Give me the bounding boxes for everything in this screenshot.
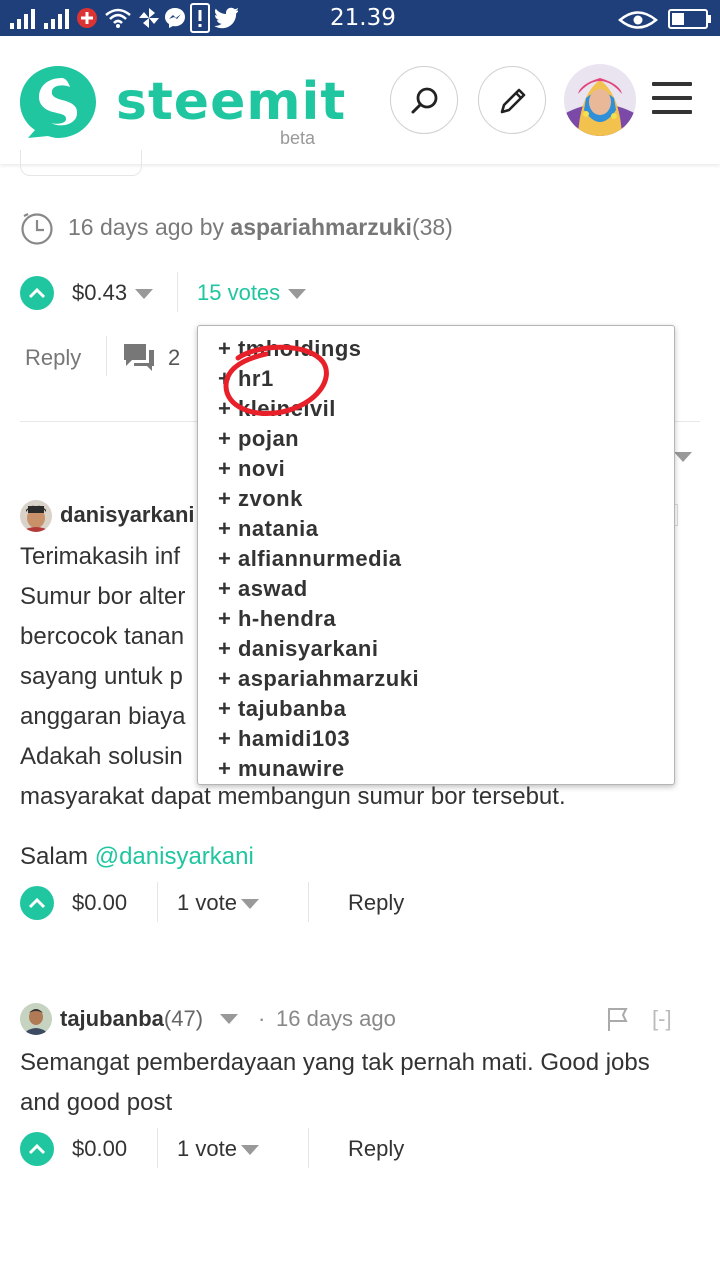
post-payout-value: $0.43: [72, 280, 128, 305]
hamburger-icon: [652, 82, 692, 86]
comment-author[interactable]: danisyarkani: [60, 502, 195, 528]
comment-votes-toggle[interactable]: 1 vote: [177, 890, 259, 916]
voter-item[interactable]: + h-hendra: [218, 606, 336, 632]
author-reputation: (47): [163, 1006, 204, 1031]
alert-icon: [190, 3, 210, 33]
comment-votes-label: 1 vote: [177, 1136, 237, 1161]
search-button[interactable]: [390, 66, 458, 134]
wifi-icon: [105, 8, 131, 28]
flag-icon[interactable]: [606, 1006, 630, 1032]
steemit-wordmark[interactable]: steemit: [116, 72, 346, 132]
app-notification-icon: [77, 8, 97, 28]
post-author[interactable]: aspariahmarzuki: [230, 214, 412, 240]
comment-line: Semangat pemberdayaan yang tak pernah ma…: [20, 1049, 650, 1076]
voter-item[interactable]: + aspariahmarzuki: [218, 666, 419, 692]
red-annotation-circle: [223, 344, 329, 416]
chevron-down-icon: [240, 1145, 259, 1156]
author-reputation: (38): [411, 214, 453, 240]
voter-item[interactable]: + zvonk: [218, 486, 303, 512]
search-icon: [411, 87, 438, 114]
comment-line: and good post: [20, 1089, 173, 1116]
comment-time[interactable]: 16 days ago: [276, 1006, 396, 1032]
comment-upvote-button[interactable]: [20, 886, 54, 920]
signal-icon-2: [44, 9, 69, 29]
user-avatar[interactable]: [564, 64, 636, 136]
comment-payout[interactable]: $0.00: [72, 890, 127, 916]
comment-reply-button[interactable]: Reply: [348, 1136, 404, 1162]
chevron-down-icon: [135, 289, 154, 300]
chevron-up-icon: [28, 287, 46, 299]
divider: [157, 882, 158, 922]
comment-votes-label: 1 vote: [177, 890, 237, 915]
clock-icon: [21, 213, 53, 245]
sort-chevron-icon[interactable]: [674, 452, 692, 462]
divider: [157, 1128, 158, 1168]
pinwheel-icon: [139, 8, 159, 28]
voter-item[interactable]: + pojan: [218, 426, 299, 452]
comment-signoff: Salam @danisyarkani: [20, 837, 254, 877]
write-post-button[interactable]: [478, 66, 546, 134]
post-reply-button[interactable]: Reply: [25, 345, 81, 371]
post-upvote-button[interactable]: [20, 276, 54, 310]
steemit-logo-icon[interactable]: [18, 64, 98, 140]
hamburger-line: [652, 96, 692, 100]
divider: [308, 882, 309, 922]
voter-item[interactable]: + munawire: [218, 756, 345, 782]
comments-icon[interactable]: [122, 342, 156, 374]
comment-payout[interactable]: $0.00: [72, 1136, 127, 1162]
divider: [106, 336, 107, 376]
beta-label: beta: [280, 128, 316, 148]
voter-item[interactable]: + tajubanba: [218, 696, 346, 722]
comment-body: Semangat pemberdayaan yang tak pernah ma…: [20, 1043, 650, 1123]
voter-item[interactable]: + aswad: [218, 576, 308, 602]
eye-icon: [618, 11, 658, 29]
comment-avatar[interactable]: [20, 1003, 52, 1035]
voter-item[interactable]: + danisyarkani: [218, 636, 378, 662]
chevron-up-icon: [28, 897, 46, 909]
separator-dot: ·: [258, 1006, 266, 1031]
chevron-down-icon[interactable]: [220, 1014, 238, 1024]
battery-icon: [668, 9, 711, 29]
collapse-toggle[interactable]: [-]: [652, 1006, 672, 1032]
clock-time: 21.39: [330, 5, 396, 31]
divider: [308, 1128, 309, 1168]
status-bar: 21.39: [0, 0, 720, 36]
chevron-down-icon: [288, 289, 307, 300]
post-payout[interactable]: $0.43: [72, 280, 154, 306]
previous-card-edge: [20, 150, 142, 176]
pencil-icon: [500, 88, 526, 114]
hamburger-line: [652, 110, 692, 114]
comments-count: 2: [168, 345, 181, 370]
post-votes-toggle[interactable]: 15 votes: [197, 280, 307, 306]
mention-link[interactable]: @danisyarkani: [95, 843, 254, 870]
twitter-icon: [214, 7, 238, 29]
comment-avatar[interactable]: [20, 500, 52, 532]
voter-item[interactable]: + hamidi103: [218, 726, 350, 752]
voter-item[interactable]: + natania: [218, 516, 318, 542]
chevron-up-icon: [28, 1143, 46, 1155]
messenger-icon: [165, 8, 185, 28]
comment-reply-button[interactable]: Reply: [348, 890, 404, 916]
salam-text: Salam: [20, 843, 95, 870]
comment-author-name[interactable]: tajubanba: [60, 1006, 164, 1031]
app-header: steemit beta: [0, 36, 720, 164]
voter-item[interactable]: + novi: [218, 456, 285, 482]
chevron-down-icon: [240, 899, 259, 910]
post-votes-label: 15 votes: [197, 280, 281, 305]
menu-button[interactable]: [652, 82, 692, 116]
voter-item[interactable]: + alfiannurmedia: [218, 546, 401, 572]
comment-upvote-button[interactable]: [20, 1132, 54, 1166]
comment-votes-toggle[interactable]: 1 vote: [177, 1136, 259, 1162]
signal-icon: [10, 9, 35, 29]
post-time: 16 days ago by: [68, 214, 225, 240]
divider: [177, 272, 178, 312]
comment-author: tajubanba(47): [60, 1006, 203, 1032]
